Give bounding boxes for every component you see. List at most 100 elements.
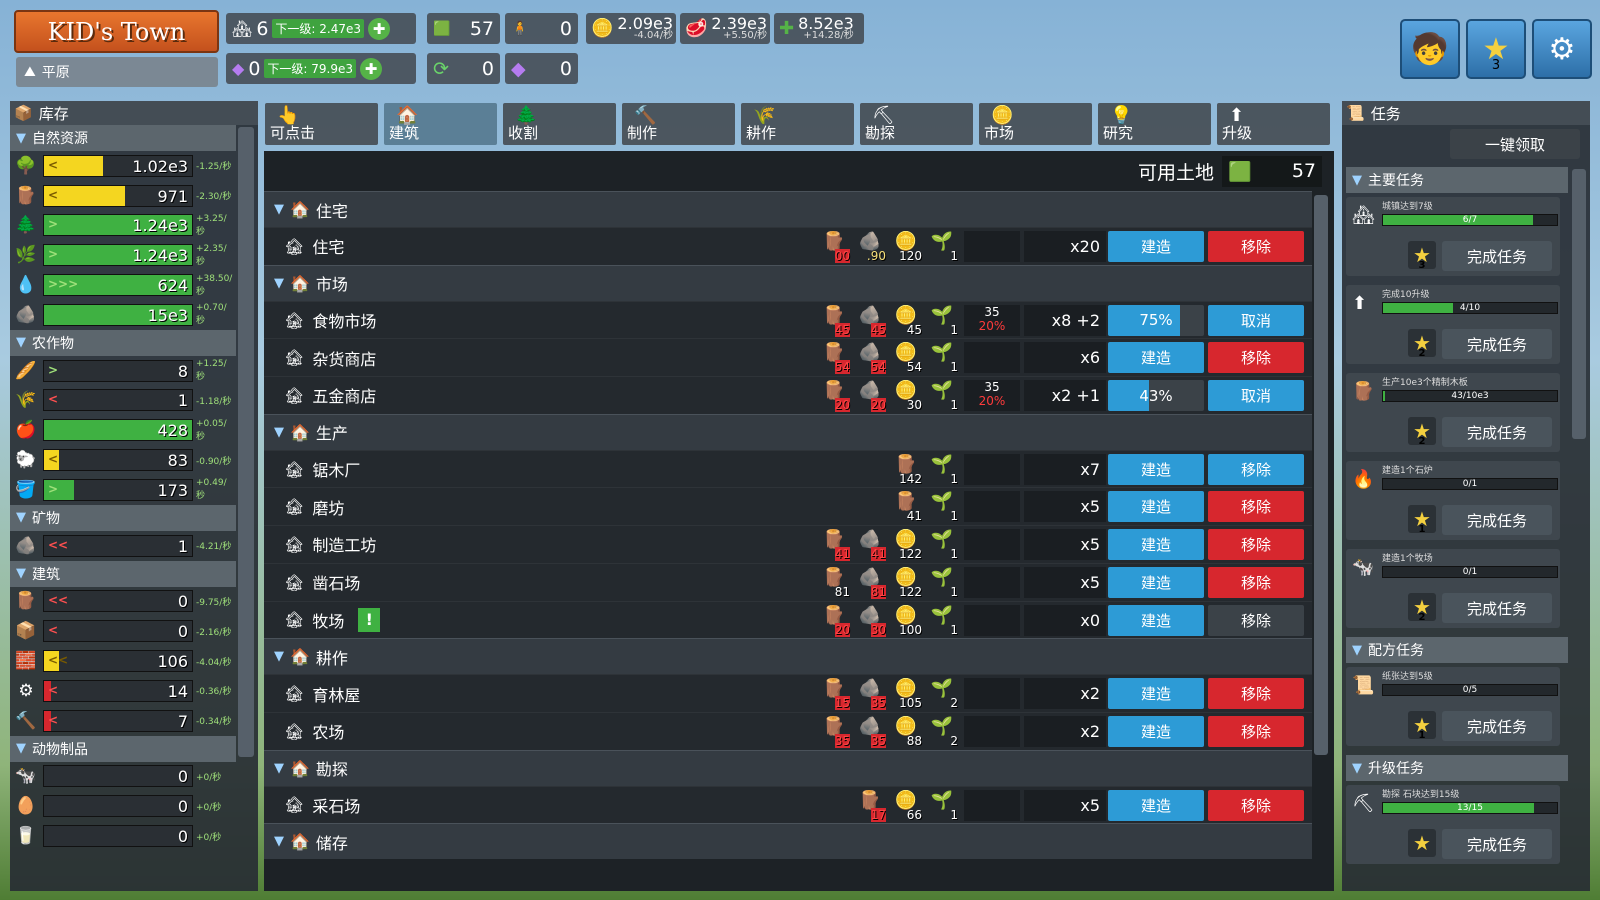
complete-task-button[interactable]: 完成任务 [1442, 829, 1552, 859]
cancel-button[interactable]: 取消 [1208, 380, 1304, 412]
task-section-header[interactable]: ▼ 升级任务 [1346, 755, 1568, 781]
build-button[interactable]: 建造 [1108, 678, 1204, 710]
complete-task-button[interactable]: 完成任务 [1442, 505, 1552, 535]
inventory-row[interactable]: 🔨 <7 -0.34/秒 [10, 706, 236, 736]
inventory-category[interactable]: ▼ 自然资源 [10, 125, 236, 151]
remove-button[interactable]: 移除 [1208, 491, 1304, 523]
inventory-row[interactable]: 🥚 0 +0/秒 [10, 791, 236, 821]
claim-all-button[interactable]: 一键领取 [1450, 129, 1580, 159]
inventory-category[interactable]: ▼ 农作物 [10, 329, 236, 356]
tab-icon: 👆 [277, 105, 300, 126]
task-section-header[interactable]: ▼ 配方任务 [1346, 637, 1568, 663]
quest-title: 建造1个石炉 [1382, 466, 1433, 476]
tasks-list[interactable]: ▼ 主要任务 🏘 城镇达到7级 6/7 ★ 3 完成任务 ⬆ 完成10升级 4/10 ★ 2 完成任务 🪵 生… [1342, 163, 1568, 883]
building-list[interactable]: ▼ 🏠 住宅 🏚 住宅 🪵 00 🪨 .90 🪙 120 🌱 1 x20 建造 移除 ▼ 🏠 市场 🏚 食物市场 🪵 45 🪨… [264, 191, 1312, 891]
inventory-category[interactable]: ▼ 矿物 [10, 504, 236, 531]
inventory-row[interactable]: 🌾 <1 -1.18/秒 [10, 386, 236, 416]
inventory-row[interactable]: 🐑 <83 -0.90/秒 [10, 445, 236, 475]
inventory-row[interactable]: 🪨 << 1 -4.21/秒 [10, 531, 236, 561]
tab-0[interactable]: 👆 可点击 [265, 103, 378, 145]
inventory-category[interactable]: ▼ 建筑 [10, 560, 236, 587]
cost-amount: 41 [834, 547, 850, 562]
progress-button[interactable]: 75% [1108, 304, 1204, 336]
inventory-row[interactable]: 🌳 <1.02e3 -1.25/秒 [10, 151, 236, 181]
tasks-scrollbar[interactable] [1572, 169, 1586, 439]
inventory-row[interactable]: 🥛 0 +0/秒 [10, 821, 236, 851]
cost-amount: 2 [950, 696, 958, 711]
inventory-row[interactable]: 🌲 >1.24e3 +3.25/秒 [10, 211, 236, 241]
cost-item: 🪨 81 [854, 567, 886, 599]
remove-button[interactable]: 移除 [1208, 604, 1304, 636]
tab-2[interactable]: 🌲 收割 [503, 103, 616, 145]
inventory-row[interactable]: 🪵 <971 -2.30/秒 [10, 181, 236, 211]
building-scrollbar[interactable] [1314, 195, 1328, 755]
build-button[interactable]: 建造 [1108, 789, 1204, 821]
remove-button[interactable]: 移除 [1208, 678, 1304, 710]
tab-7[interactable]: 💡 研究 [1098, 103, 1211, 145]
building-group-header[interactable]: ▼ 🏠 储存 [264, 823, 1312, 860]
inventory-scrollbar[interactable] [238, 127, 254, 757]
inventory-row[interactable]: 🍎 428 +0.05/秒 [10, 415, 236, 445]
trend-arrow-icon: < [48, 452, 59, 467]
complete-task-button[interactable]: 完成任务 [1442, 593, 1552, 623]
building-group-header[interactable]: ▼ 🏠 耕作 [264, 638, 1312, 675]
building-group-header[interactable]: ▼ 🏠 生产 [264, 413, 1312, 450]
building-group-header[interactable]: ▼ 🏠 市场 [264, 264, 1312, 301]
build-button[interactable]: 建造 [1108, 231, 1204, 262]
progress-button[interactable]: 43% [1108, 380, 1204, 412]
avatar-button[interactable]: 🧒 [1400, 19, 1460, 79]
complete-task-button[interactable]: 完成任务 [1442, 329, 1552, 359]
remove-button[interactable]: 移除 [1208, 342, 1304, 374]
resource-bar: << 0 [43, 590, 193, 613]
inventory-row[interactable]: 🌿 >1.24e3 +2.35/秒 [10, 240, 236, 270]
build-button[interactable]: 建造 [1108, 566, 1204, 598]
remove-button[interactable]: 移除 [1208, 453, 1304, 485]
inventory-category[interactable]: ▼ 动物制品 [10, 735, 236, 762]
cancel-button[interactable]: 取消 [1208, 304, 1304, 336]
inventory-row[interactable]: ⚙ <14 -0.36/秒 [10, 676, 236, 706]
people-value: 0 [559, 17, 572, 40]
inventory-row[interactable]: 🪣 >173 +0.49/秒 [10, 475, 236, 505]
complete-task-button[interactable]: 完成任务 [1442, 417, 1552, 447]
build-button[interactable]: 建造 [1108, 715, 1204, 747]
build-button[interactable]: 建造 [1108, 342, 1204, 374]
inventory-list[interactable]: ▼ 自然资源 🌳 <1.02e3 -1.25/秒 🪵 <971 -2.30/秒 🌲 >1.24e3… [10, 125, 236, 885]
building-group-header[interactable]: ▼ 🏠 勘探 [264, 749, 1312, 786]
trend-arrow-icon: < [48, 187, 59, 202]
resource-value: 8 [177, 361, 188, 381]
level-up-icon[interactable]: ✚ [368, 17, 391, 40]
inventory-row[interactable]: 💧 >>> 624 +38.50/秒 [10, 270, 236, 300]
tab-3[interactable]: 🔨 制作 [622, 103, 735, 145]
tab-5[interactable]: ⛏ 勘探 [860, 103, 973, 145]
remove-button[interactable]: 移除 [1208, 231, 1304, 262]
gem-up-icon[interactable]: ✚ [360, 57, 383, 80]
cost-amount: 122 [899, 584, 922, 599]
remove-button[interactable]: 移除 [1208, 715, 1304, 747]
build-button[interactable]: 建造 [1108, 491, 1204, 523]
inventory-row[interactable]: 🪵 << 0 -9.75/秒 [10, 587, 236, 617]
task-section-header[interactable]: ▼ 主要任务 [1346, 167, 1568, 193]
reward-count: 1 [1418, 524, 1426, 535]
settings-button[interactable]: ⚙ [1532, 19, 1592, 79]
inventory-row[interactable]: 🐄 0 +0/秒 [10, 762, 236, 792]
tab-4[interactable]: 🌾 耕作 [741, 103, 854, 145]
extra-box [964, 604, 1020, 636]
build-button[interactable]: 建造 [1108, 604, 1204, 636]
inventory-row[interactable]: 🧱 << 106 -4.04/秒 [10, 646, 236, 676]
remove-button[interactable]: 移除 [1208, 566, 1304, 598]
remove-button[interactable]: 移除 [1208, 789, 1304, 821]
complete-task-button[interactable]: 完成任务 [1442, 711, 1552, 741]
build-button[interactable]: 建造 [1108, 453, 1204, 485]
tab-1[interactable]: 🏠 建筑 [384, 103, 497, 145]
remove-button[interactable]: 移除 [1208, 529, 1304, 561]
resource-rate: +0.70/秒 [196, 303, 227, 327]
inventory-row[interactable]: 🥖 >8 +1.25/秒 [10, 356, 236, 386]
stars-button[interactable]: ★ 3 [1466, 19, 1526, 79]
tab-6[interactable]: 🪙 市场 [979, 103, 1092, 145]
inventory-row[interactable]: 🪨 15e3 +0.70/秒 [10, 300, 236, 330]
tab-8[interactable]: ⬆ 升级 [1217, 103, 1330, 145]
inventory-row[interactable]: 📦 <0 -2.16/秒 [10, 616, 236, 646]
building-group-header[interactable]: ▼ 🏠 住宅 [264, 191, 1312, 227]
complete-task-button[interactable]: 完成任务 [1442, 241, 1552, 271]
build-button[interactable]: 建造 [1108, 529, 1204, 561]
